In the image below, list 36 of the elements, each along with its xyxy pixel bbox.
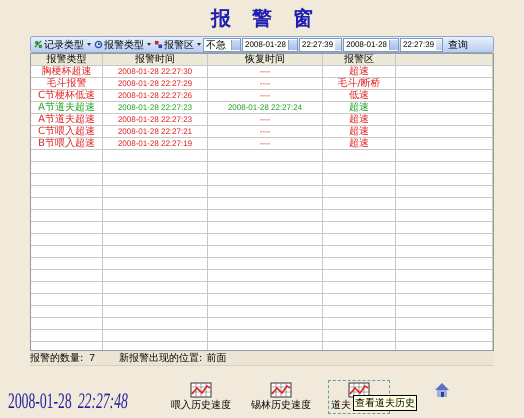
alarm-row[interactable]: A节道夫超速 2008-01-28 22:27:23 2008-01-28 22:27:24 超速 [31, 102, 493, 114]
alarm-row[interactable]: 胸梗杯超速 2008-01-28 22:27:30 ---- 超速 [31, 66, 493, 78]
line-chart-icon [190, 382, 212, 398]
history-button[interactable]: 锡林历史速度 [248, 380, 314, 414]
clock-time: 22:27:48 [78, 388, 128, 413]
start-date-field[interactable]: 2008-01-28 [242, 38, 298, 52]
end-time-field[interactable]: 22:27:39 [400, 38, 444, 52]
column-header: 报警类型 [31, 54, 103, 65]
home-icon[interactable] [434, 382, 450, 398]
clock-date: 2008-01-28 [8, 388, 72, 413]
clock-icon [94, 40, 103, 49]
column-header: 恢复时间 [208, 54, 323, 65]
filter-dropdown[interactable]: 记录类型 [33, 38, 92, 52]
alarm-row[interactable]: A节道夫超速 2008-01-28 22:27:23 ---- 超速 [31, 114, 493, 126]
tooltip: 查看道夫历史 [353, 395, 417, 411]
line-chart-icon [348, 382, 370, 398]
alarm-row[interactable]: C节喂入超速 2008-01-28 22:27:21 ---- 超速 [31, 126, 493, 138]
start-time-field[interactable]: 22:27:39 [298, 38, 342, 52]
alarm-count-label: 报警的数量: [30, 352, 84, 365]
window-title: 报 警 窗 [210, 5, 314, 32]
end-date-field[interactable]: 2008-01-28 [343, 38, 399, 52]
alarm-count: 7 [89, 352, 95, 364]
urgency-dropdown[interactable]: 不急 [203, 38, 241, 52]
alarm-row[interactable]: B节喂入超速 2008-01-28 22:27:19 ---- 超速 [31, 138, 493, 150]
history-button[interactable]: 喂入历史速度 [168, 380, 234, 414]
alarm-row[interactable]: C节梗杯低速 2008-01-28 22:27:26 ---- 低速 [31, 90, 493, 102]
ruler-icon [34, 40, 43, 49]
alarm-row[interactable]: 毛斗报警 2008-01-28 22:27:29 ---- 毛斗/断桥 [31, 78, 493, 90]
column-header: 报警时间 [103, 54, 208, 65]
query-button[interactable]: 查询 [446, 38, 470, 52]
position-value: 前面 [206, 352, 226, 365]
column-header: 报警区 [323, 54, 396, 65]
line-chart-icon [270, 382, 292, 398]
grid-icon [154, 40, 163, 49]
position-label: 新报警出现的位置: [118, 352, 202, 365]
filter-dropdown[interactable]: 报警类型 [93, 38, 152, 52]
